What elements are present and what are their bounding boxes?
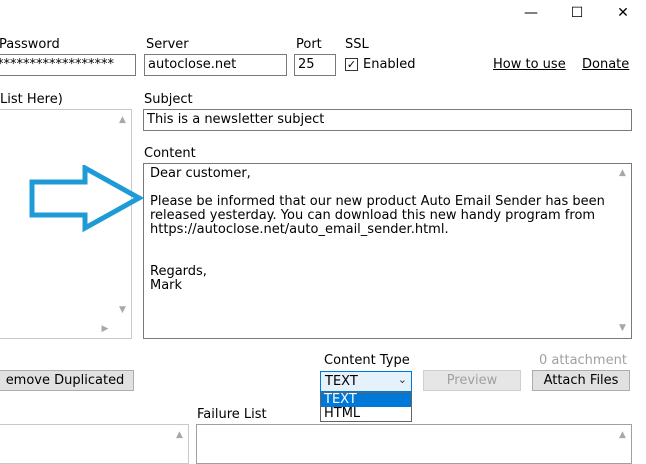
content-type-select[interactable]: TEXT ⌄ [320,371,412,392]
success-list[interactable]: ▲ [0,424,189,464]
close-icon: ✕ [617,5,629,21]
content-textarea[interactable]: Dear customer, Please be informed that o… [143,163,632,339]
port-label: Port [296,37,322,52]
failure-list-scrollbar[interactable]: ▲ [614,425,631,463]
subject-label: Subject [144,92,193,107]
close-button[interactable]: ✕ [600,0,646,26]
dropdown-option-text[interactable]: TEXT [321,393,411,407]
attachment-count: 0 attachment [539,353,627,368]
scroll-down-icon[interactable]: ▼ [114,302,131,319]
port-field[interactable]: 25 [294,54,336,76]
failure-list-label: Failure List [197,407,267,422]
content-scrollbar[interactable]: ▲ ▼ [614,164,631,338]
maximize-button[interactable]: ☐ [554,0,600,26]
scroll-up-icon[interactable]: ▲ [614,165,631,182]
ssl-enabled-label[interactable]: Enabled [363,57,416,72]
scroll-down-icon[interactable]: ▼ [614,320,631,337]
scroll-up-icon[interactable]: ▲ [614,427,631,444]
content-type-dropdown[interactable]: TEXT HTML [320,392,412,422]
content-type-label: Content Type [324,353,410,368]
subject-field[interactable]: This is a newsletter subject [143,109,632,131]
dropdown-option-html[interactable]: HTML [321,407,411,421]
donate-link[interactable]: Donate [582,57,629,72]
server-field[interactable]: autoclose.net [144,54,287,76]
password-field[interactable]: ******************** [0,54,136,76]
server-label: Server [146,37,189,52]
maximize-icon: ☐ [570,5,584,21]
recipient-hscrollbar[interactable]: ▶ [0,321,114,338]
success-list-scrollbar[interactable]: ▲ [171,425,188,463]
scroll-up-icon[interactable]: ▲ [114,112,131,129]
recipient-list-label: List Here) [0,92,63,107]
content-type-selected: TEXT [325,374,358,389]
scroll-right-icon[interactable]: ▶ [98,321,112,338]
scroll-up-icon[interactable]: ▲ [171,427,188,444]
content-label: Content [144,146,196,161]
minimize-icon: — [524,5,538,21]
check-icon: ✓ [346,58,357,71]
password-label: Password [0,37,60,52]
ssl-label: SSL [345,37,369,52]
chevron-down-icon: ⌄ [397,373,407,386]
remove-duplicated-button[interactable]: emove Duplicated [0,370,134,391]
attach-files-button[interactable]: Attach Files [532,370,630,391]
preview-button[interactable]: Preview [423,370,521,391]
minimize-button[interactable]: — [508,0,554,26]
how-to-use-link[interactable]: How to use [493,57,566,72]
content-text: Dear customer, Please be informed that o… [150,166,605,293]
ssl-checkbox[interactable]: ✓ [345,58,358,71]
annotation-arrow-icon [29,165,144,233]
failure-list[interactable]: ▲ [196,424,632,464]
